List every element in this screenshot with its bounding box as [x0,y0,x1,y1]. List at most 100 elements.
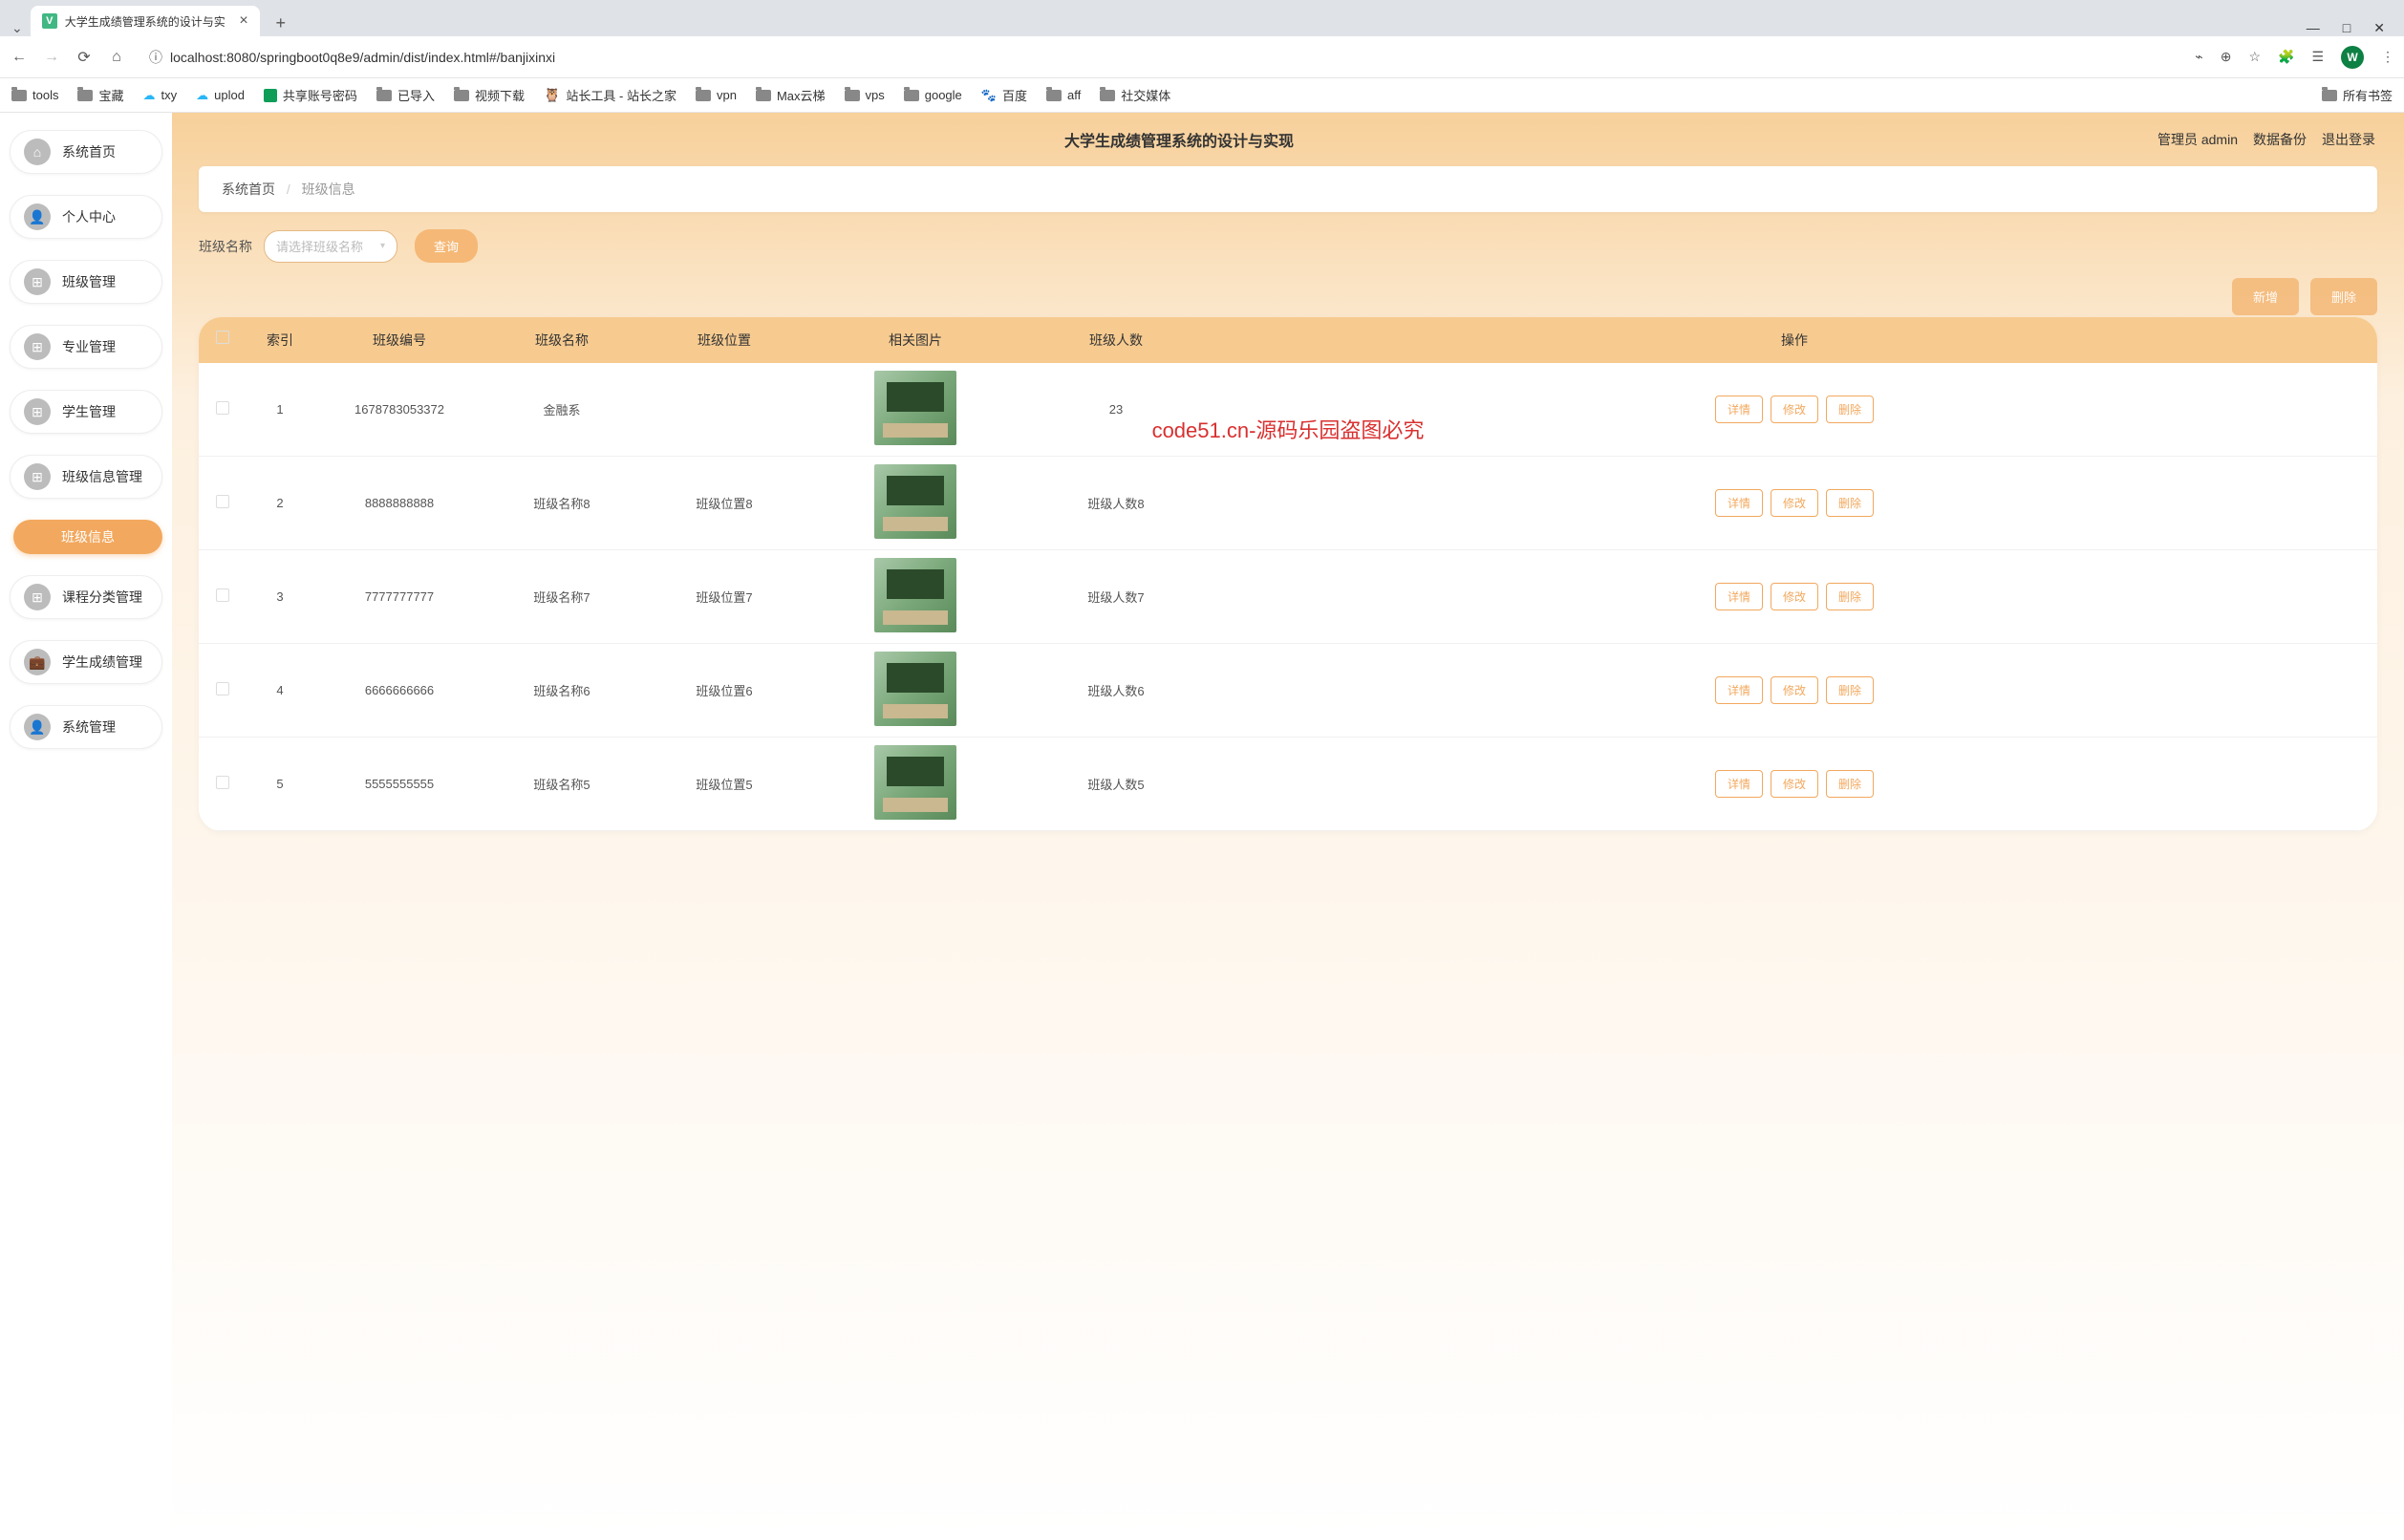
menu-icon[interactable]: ⋮ [2381,49,2394,65]
folder-icon [2322,90,2337,101]
th-count: 班级人数 [1020,331,1212,350]
sidebar-item[interactable]: ⊞班级信息管理 [10,455,162,499]
class-name-select[interactable]: 请选择班级名称 ▾ [264,230,397,263]
site-info-icon[interactable]: ⓘ [149,48,162,67]
profile-avatar[interactable]: W [2341,46,2364,69]
cell-index: 3 [247,589,313,604]
bookmark-item[interactable]: 共享账号密码 [264,86,357,104]
row-edit-button[interactable]: 修改 [1771,676,1818,704]
breadcrumb: 系统首页 / 班级信息 [199,166,2377,212]
window-controls: — □ ✕ [2307,20,2396,36]
bookmark-item[interactable]: tools [11,88,58,102]
bookmark-item[interactable]: Max云梯 [756,86,826,104]
cell-location: 班级位置8 [638,494,810,512]
sidebar-item[interactable]: ⌂系统首页 [10,130,162,174]
bookmark-item[interactable]: 社交媒体 [1100,86,1170,104]
row-edit-button[interactable]: 修改 [1771,489,1818,517]
query-button[interactable]: 查询 [415,229,478,263]
reading-list-icon[interactable]: ☰ [2311,49,2324,65]
breadcrumb-home[interactable]: 系统首页 [222,182,275,197]
bookmark-all[interactable]: 所有书签 [2322,86,2393,104]
row-checkbox[interactable] [216,776,229,789]
bookmark-item[interactable]: 🦉站长工具 - 站长之家 [544,86,676,104]
search-row: 班级名称 请选择班级名称 ▾ 查询 [199,229,2377,263]
row-delete-button[interactable]: 删除 [1826,770,1874,798]
row-detail-button[interactable]: 详情 [1715,583,1763,610]
url-text: localhost:8080/springboot0q8e9/admin/dis… [170,50,555,65]
extensions-icon[interactable]: 🧩 [2278,49,2294,65]
bookmark-item[interactable]: vpn [696,88,737,102]
row-detail-button[interactable]: 详情 [1715,396,1763,423]
row-detail-button[interactable]: 详情 [1715,676,1763,704]
bookmark-item[interactable]: 已导入 [376,86,435,104]
row-delete-button[interactable]: 删除 [1826,583,1874,610]
user-icon: 👤 [24,714,51,740]
bookmark-item[interactable]: ☁uplod [196,88,245,103]
row-detail-button[interactable]: 详情 [1715,770,1763,798]
sidebar-item[interactable]: 👤 个人中心 [10,195,162,239]
sidebar-item[interactable]: 👤系统管理 [10,705,162,749]
star-icon[interactable]: ☆ [2248,49,2261,65]
maximize-icon[interactable]: □ [2343,20,2350,36]
cell-code: 7777777777 [313,589,485,604]
forward-icon[interactable]: → [42,49,61,66]
owl-icon: 🦉 [544,87,560,103]
classroom-image [874,745,956,820]
row-delete-button[interactable]: 删除 [1826,396,1874,423]
row-checkbox[interactable] [216,682,229,695]
delete-button[interactable]: 删除 [2310,278,2377,315]
row-delete-button[interactable]: 删除 [1826,489,1874,517]
zoom-icon[interactable]: ⊕ [2221,49,2232,65]
row-edit-button[interactable]: 修改 [1771,770,1818,798]
header-logout-link[interactable]: 退出登录 [2322,130,2375,149]
grid-icon: ⊞ [24,584,51,610]
header-backup-link[interactable]: 数据备份 [2253,130,2307,149]
user-icon: 👤 [24,203,51,230]
sidebar-item[interactable]: ⊞专业管理 [10,325,162,369]
minimize-icon[interactable]: — [2307,20,2320,36]
tab-list-caret-icon[interactable]: ⌄ [11,20,23,36]
classroom-image [874,652,956,726]
folder-icon [454,90,469,101]
key-icon[interactable]: ⌁ [2195,49,2202,65]
bookmark-item[interactable]: 宝藏 [77,86,123,104]
bookmark-item[interactable]: vps [845,88,885,102]
cloud-icon: ☁ [196,88,208,103]
sidebar-item-label: 个人中心 [62,207,116,226]
bookmark-item[interactable]: aff [1046,88,1081,102]
row-detail-button[interactable]: 详情 [1715,489,1763,517]
sidebar-item[interactable]: ⊞班级管理 [10,260,162,304]
reload-icon[interactable]: ⟳ [75,48,94,67]
row-checkbox[interactable] [216,495,229,508]
bookmark-item[interactable]: google [904,88,962,102]
sidebar-item-label: 学生管理 [62,402,116,421]
new-tab-button[interactable]: + [268,10,294,36]
bookmark-label: 所有书签 [2343,86,2393,104]
grid-icon: ⊞ [24,398,51,425]
row-checkbox[interactable] [216,401,229,415]
browser-tab[interactable]: V 大学生成绩管理系统的设计与实 × [31,6,260,36]
folder-icon [11,90,27,101]
header-user[interactable]: 管理员 admin [2157,130,2238,149]
row-edit-button[interactable]: 修改 [1771,396,1818,423]
th-ops: 操作 [1212,331,2377,350]
sidebar-item[interactable]: 💼学生成绩管理 [10,640,162,684]
close-window-icon[interactable]: ✕ [2373,20,2385,36]
back-icon[interactable]: ← [10,49,29,66]
tab-close-icon[interactable]: × [239,12,247,30]
sidebar-item[interactable]: ⊞ 课程分类管理 [10,575,162,619]
bookmark-item[interactable]: 🐾百度 [981,86,1027,104]
sidebar-item-label: 课程分类管理 [62,588,142,607]
bookmark-item[interactable]: 视频下载 [454,86,525,104]
row-delete-button[interactable]: 删除 [1826,676,1874,704]
bookmark-item[interactable]: ☁txy [142,88,177,103]
sidebar-item[interactable]: ⊞ 学生管理 [10,390,162,434]
select-all-checkbox[interactable] [216,331,229,344]
add-button[interactable]: 新增 [2232,278,2299,315]
sidebar-item[interactable]: 班级信息 [13,520,162,554]
address-bar[interactable]: ⓘ localhost:8080/springboot0q8e9/admin/d… [140,44,2181,71]
home-icon[interactable]: ⌂ [107,49,126,66]
row-edit-button[interactable]: 修改 [1771,583,1818,610]
app-title: 大学生成绩管理系统的设计与实现 [201,128,2157,151]
row-checkbox[interactable] [216,588,229,602]
